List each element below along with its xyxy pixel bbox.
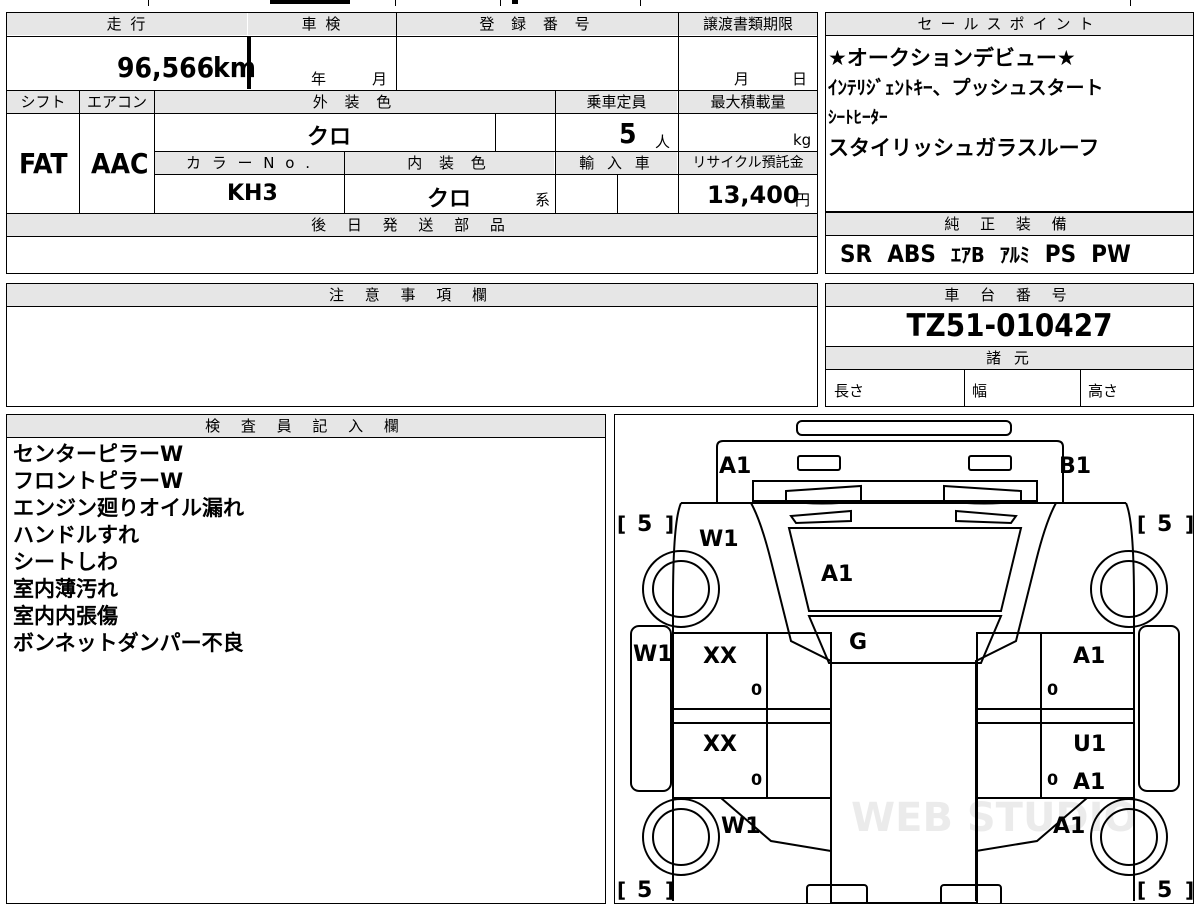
exterior-color: クロ xyxy=(307,125,352,150)
inspector-note: エンジン廻りオイル漏れ xyxy=(13,496,244,520)
shift-value: FAT xyxy=(19,147,68,180)
import-label: 輸 入 車 xyxy=(556,152,677,174)
color-no-label: カ ラ ー N o . xyxy=(155,152,344,174)
recycle-unit: 円 xyxy=(795,191,811,209)
mileage-value: 96,566 xyxy=(117,51,215,84)
code-fender-fl: W1 xyxy=(699,527,739,552)
inspector-note: ボンネットダンパー不良 xyxy=(13,631,244,655)
specs-header: 諸 元 xyxy=(826,347,1193,369)
svg-text:[: [ xyxy=(1137,878,1146,902)
spec-length: 長さ xyxy=(834,382,865,400)
capacity-label: 乗車定員 xyxy=(556,91,677,113)
door-fl-number: 0 xyxy=(751,680,762,699)
caution-header: 注 意 事 項 欄 xyxy=(7,284,817,307)
svg-text:[: [ xyxy=(1137,512,1146,536)
code-pillar-left: W1 xyxy=(633,642,673,667)
recycle-label: リサイクル預託金 xyxy=(679,152,817,174)
transfer-deadline-label: 譲渡書類期限 xyxy=(679,13,817,35)
equipment-item: SR xyxy=(840,240,873,268)
code-door-rr-2: A1 xyxy=(1073,770,1105,795)
equipment-item: ｴｱB xyxy=(950,243,985,267)
code-roof: G xyxy=(849,630,867,655)
recycle-fee: 13,400 xyxy=(707,181,800,209)
chassis-number: TZ51-010427 xyxy=(906,308,1113,344)
mileage-label: 走 行 xyxy=(7,13,247,35)
interior-suffix: 系 xyxy=(535,191,551,209)
door-rr-number: 0 xyxy=(1047,770,1058,789)
inspector-note: 室内薄汚れ xyxy=(13,577,118,601)
door-fr-number: 0 xyxy=(1047,680,1058,699)
equipment-item: PS xyxy=(1044,240,1077,268)
code-door-fl: XX xyxy=(703,644,737,669)
sales-point: ｼｰﾄﾋｰﾀｰ xyxy=(828,108,888,128)
color-no-value: KH3 xyxy=(227,181,278,206)
shaken-month: 月 xyxy=(372,70,388,88)
interior-label: 内 装 色 xyxy=(345,152,554,174)
max-load-unit: kg xyxy=(793,131,812,149)
equipment-item: ｱﾙﾐ xyxy=(999,243,1030,267)
sales-point-header: セールスポイント xyxy=(826,13,1193,36)
code-door-fr: A1 xyxy=(1073,644,1105,669)
inspector-note: シートしわ xyxy=(13,550,118,574)
watermark: WEB STUDIO xyxy=(851,795,1138,841)
exterior-label: 外 装 色 xyxy=(155,91,555,113)
inspector-note: 室内内張傷 xyxy=(13,604,118,628)
code-hood: A1 xyxy=(821,562,853,587)
sales-point-list: ★オークションデビュー★ ｲﾝﾃﾘｼﾞｪﾝﾄｷｰ、プッシュスタート ｼｰﾄﾋｰﾀ… xyxy=(828,43,1104,163)
inspector-note: ハンドルすれ xyxy=(13,523,139,547)
sales-point: ★オークションデビュー★ xyxy=(828,46,1076,70)
equipment-item: PW xyxy=(1091,240,1131,268)
svg-text:]: ] xyxy=(665,878,674,902)
car-diagram: [ 5 ] [ 5 ] [ 5 ] [ 5 ] A1 B1 W1 A1 G W1… xyxy=(617,420,1193,903)
car-diagram-panel: [ 5 ] [ 5 ] [ 5 ] [ 5 ] A1 B1 W1 A1 G W1… xyxy=(614,414,1194,904)
equipment-panel: 純 正 装 備 SR ABS ｴｱB ｱﾙﾐ PS PW xyxy=(825,212,1194,274)
equipment-item: ABS xyxy=(887,240,936,268)
caution-panel: 注 意 事 項 欄 xyxy=(6,283,818,407)
svg-text:]: ] xyxy=(1185,878,1193,902)
tire-rl-tread: 5 xyxy=(637,878,652,903)
inspector-header: 検 査 員 記 入 欄 xyxy=(7,415,605,438)
chassis-panel: 車 台 番 号 TZ51-010427 諸 元 長さ 幅 高さ xyxy=(825,283,1194,407)
svg-text:]: ] xyxy=(665,512,674,536)
shift-label: シフト xyxy=(7,91,79,113)
max-load-label: 最大積載量 xyxy=(679,91,817,113)
inspector-panel: 検 査 員 記 入 欄 センターピラーW フロントピラーW エンジン廻りオイル漏… xyxy=(6,414,606,904)
shaken-label: 車 検 xyxy=(248,13,396,35)
sales-point: スタイリッシュガラスルーフ xyxy=(828,136,1100,160)
sales-point-panel: セールスポイント ★オークションデビュー★ ｲﾝﾃﾘｼﾞｪﾝﾄｷｰ、プッシュスタ… xyxy=(825,12,1194,212)
registration-label: 登 録 番 号 xyxy=(397,13,678,35)
code-front-left: A1 xyxy=(719,454,751,479)
inspector-notes: センターピラーW フロントピラーW エンジン廻りオイル漏れ ハンドルすれ シート… xyxy=(13,441,244,657)
svg-text:]: ] xyxy=(1185,512,1193,536)
shaken-year: 年 xyxy=(311,70,327,88)
chassis-header: 車 台 番 号 xyxy=(826,284,1193,307)
aircon-value: AAC xyxy=(91,147,149,180)
door-rl-number: 0 xyxy=(751,770,762,789)
transfer-day: 日 xyxy=(792,70,808,88)
top-strip xyxy=(0,0,1200,8)
capacity-unit: 人 xyxy=(655,133,671,151)
spec-height: 高さ xyxy=(1088,382,1119,400)
transfer-month: 月 xyxy=(734,70,750,88)
interior-color: クロ xyxy=(427,187,472,212)
later-parts-label: 後 日 発 送 部 品 xyxy=(7,214,817,236)
tire-rr-tread: 5 xyxy=(1157,878,1172,903)
vehicle-info-panel: 走 行 車 検 登 録 番 号 譲渡書類期限 96,566 km 年 月 月 日… xyxy=(6,12,818,274)
svg-text:[: [ xyxy=(617,878,626,902)
tire-fl-tread: 5 xyxy=(637,512,652,537)
tire-fr-tread: 5 xyxy=(1157,512,1172,537)
code-door-rl: XX xyxy=(703,732,737,757)
code-door-rr-1: U1 xyxy=(1073,732,1106,757)
equipment-header: 純 正 装 備 xyxy=(826,213,1193,236)
spec-width: 幅 xyxy=(972,382,988,400)
svg-text:[: [ xyxy=(617,512,626,536)
inspector-note: フロントピラーW xyxy=(13,469,184,493)
aircon-label: エアコン xyxy=(80,91,154,113)
inspector-note: センターピラーW xyxy=(13,442,184,466)
sales-point: ｲﾝﾃﾘｼﾞｪﾝﾄｷｰ、プッシュスタート xyxy=(828,77,1104,99)
code-front-right: B1 xyxy=(1059,454,1091,479)
code-rear-left: W1 xyxy=(721,814,761,839)
capacity-value: 5 xyxy=(619,117,637,150)
